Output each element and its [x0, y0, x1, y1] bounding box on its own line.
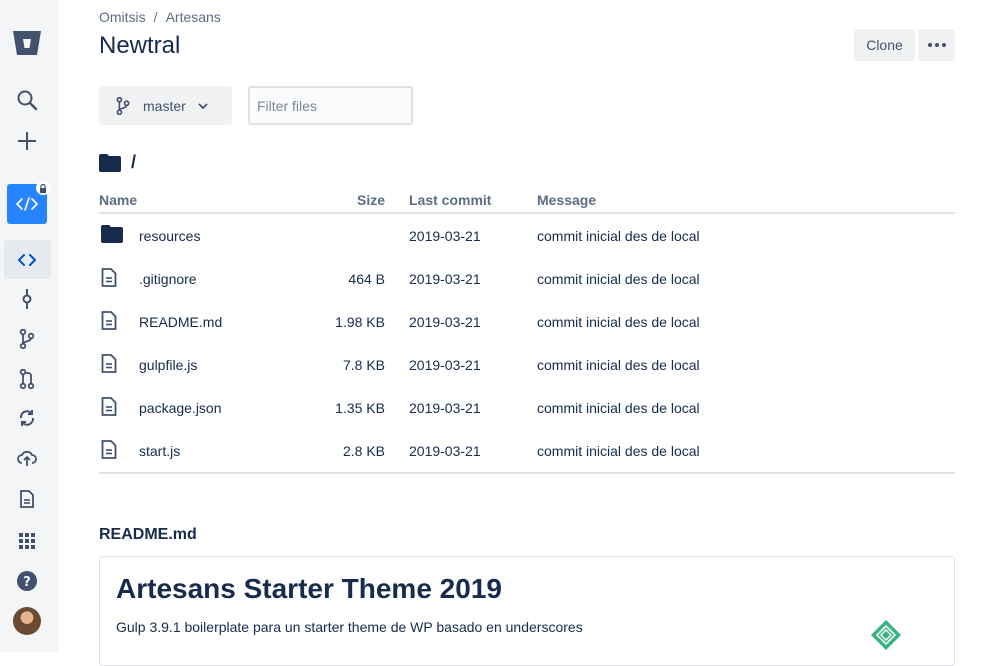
- path-label: /: [131, 152, 137, 172]
- file-icon: [101, 354, 117, 376]
- file-name-link[interactable]: gulpfile.js: [139, 357, 197, 373]
- last-commit-date: 2019-03-21: [409, 357, 481, 373]
- file-size: 464 B: [348, 271, 385, 287]
- commit-message-link[interactable]: commit inicial des de local: [537, 400, 700, 416]
- code-icon: [16, 197, 38, 211]
- pull-requests-icon[interactable]: [0, 369, 54, 389]
- lock-icon: [36, 181, 50, 195]
- file-table: Name Size Last commit Message resources 2…: [99, 188, 955, 474]
- breadcrumb-project[interactable]: Artesans: [166, 9, 221, 25]
- svg-text:?: ?: [23, 575, 31, 590]
- file-size: 1.98 KB: [335, 314, 385, 330]
- filter-files-input[interactable]: [248, 86, 413, 125]
- branches-icon[interactable]: [0, 329, 54, 349]
- clone-button[interactable]: Clone: [854, 29, 915, 61]
- user-avatar[interactable]: [13, 607, 41, 635]
- table-row[interactable]: package.json 1.35 KB 2019-03-21 commit inic…: [99, 386, 955, 429]
- apps-grid-icon[interactable]: [0, 531, 54, 551]
- file-size: 7.8 KB: [342, 357, 385, 373]
- column-message[interactable]: Message: [537, 192, 596, 208]
- source-code-icon[interactable]: [0, 250, 54, 270]
- help-icon[interactable]: ?: [0, 570, 54, 592]
- readme-paragraph: Gulp 3.9.1 boilerplate para un starter t…: [116, 619, 583, 635]
- file-size: 2.8 KB: [342, 443, 385, 459]
- table-row[interactable]: .gitignore 464 B 2019-03-21 commit inicial …: [99, 257, 955, 300]
- readme-heading: Artesans Starter Theme 2019: [116, 573, 502, 604]
- commit-message-link[interactable]: commit inicial des de local: [537, 314, 700, 330]
- table-row[interactable]: gulpfile.js 7.8 KB 2019-03-21 commit inicia…: [99, 343, 955, 386]
- more-actions-button[interactable]: [918, 29, 955, 61]
- table-row[interactable]: README.md 1.98 KB 2019-03-21 commit inicial…: [99, 300, 955, 343]
- pipelines-icon[interactable]: [0, 408, 54, 428]
- column-name[interactable]: Name: [99, 192, 137, 208]
- file-icon: [101, 311, 117, 333]
- global-sidebar: ?: [0, 0, 59, 652]
- column-last-commit[interactable]: Last commit: [409, 192, 491, 208]
- more-dots-icon: [927, 43, 932, 47]
- branch-icon: [116, 96, 130, 115]
- commit-message-link[interactable]: commit inicial des de local: [537, 271, 700, 287]
- feedback-badge-icon[interactable]: [870, 619, 902, 651]
- file-icon: [101, 440, 117, 462]
- wiki-document-icon[interactable]: [0, 489, 54, 509]
- column-size[interactable]: Size: [357, 192, 385, 208]
- commit-message-link[interactable]: commit inicial des de local: [537, 443, 700, 459]
- last-commit-date: 2019-03-21: [409, 228, 481, 244]
- last-commit-date: 2019-03-21: [409, 400, 481, 416]
- breadcrumb-separator: /: [153, 9, 158, 25]
- table-body: resources 2019-03-21 commit inicial des de…: [99, 214, 955, 474]
- folder-icon: [99, 153, 121, 172]
- readme-section-title: README.md: [99, 526, 197, 543]
- search-icon[interactable]: [0, 88, 54, 112]
- last-commit-date: 2019-03-21: [409, 443, 481, 459]
- repository-avatar[interactable]: [7, 181, 50, 224]
- page-title: Newtral: [99, 32, 181, 59]
- last-commit-date: 2019-03-21: [409, 314, 481, 330]
- file-name-link[interactable]: package.json: [139, 400, 222, 416]
- file-name-link[interactable]: .gitignore: [139, 271, 197, 287]
- branch-name: master: [143, 97, 186, 114]
- branch-selector[interactable]: master: [99, 86, 232, 125]
- current-path: /: [99, 152, 136, 173]
- file-name-link[interactable]: README.md: [139, 314, 222, 330]
- file-name-link[interactable]: resources: [139, 228, 200, 244]
- breadcrumb: Omitsis / Artesans: [99, 9, 221, 25]
- commit-message-link[interactable]: commit inicial des de local: [537, 357, 700, 373]
- table-row[interactable]: start.js 2.8 KB 2019-03-21 commit inicial d…: [99, 429, 955, 472]
- commit-message-link[interactable]: commit inicial des de local: [537, 228, 700, 244]
- file-icon: [101, 268, 117, 290]
- commits-icon[interactable]: [0, 289, 54, 309]
- folder-icon: [101, 225, 123, 246]
- file-size: 1.35 KB: [335, 400, 385, 416]
- last-commit-date: 2019-03-21: [409, 271, 481, 287]
- readme-content: Artesans Starter Theme 2019 Gulp 3.9.1 b…: [99, 556, 955, 666]
- deployments-icon[interactable]: [0, 447, 54, 469]
- breadcrumb-workspace[interactable]: Omitsis: [99, 9, 146, 25]
- table-header: Name Size Last commit Message: [99, 188, 955, 214]
- file-name-link[interactable]: start.js: [139, 443, 180, 459]
- table-row[interactable]: resources 2019-03-21 commit inicial des de…: [99, 214, 955, 257]
- bitbucket-logo-icon[interactable]: [0, 26, 54, 60]
- file-icon: [101, 397, 117, 419]
- chevron-down-icon: [198, 102, 208, 109]
- create-plus-icon[interactable]: [0, 129, 54, 153]
